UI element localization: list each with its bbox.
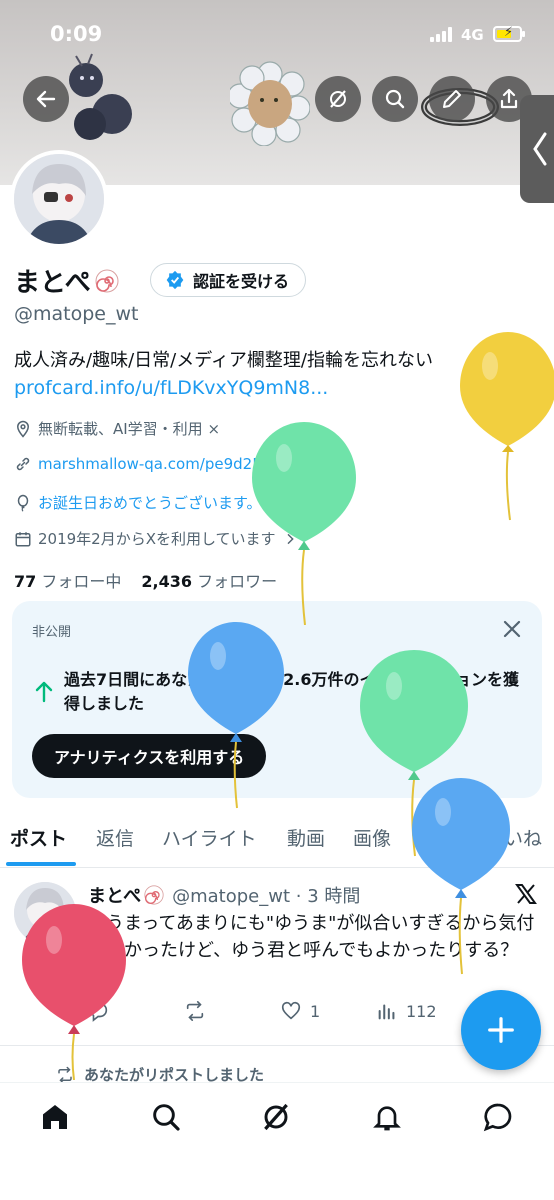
search-icon [385,89,405,109]
banner-sheep-art [230,61,310,146]
balloon-blue-right [412,778,510,975]
tab-videos[interactable]: 動画 [287,824,325,851]
compose-post-button[interactable] [461,990,541,1070]
profile-name: まとぺ [14,268,91,298]
views-bar-chart-icon [378,1004,395,1020]
chevron-left-icon [533,132,547,166]
get-verified-label: 認証を受ける [193,272,290,291]
link-icon [16,457,30,471]
home-icon[interactable] [39,1101,71,1133]
calendar-icon [15,531,31,546]
views-button[interactable]: 112 [376,1000,437,1022]
tab-highlights[interactable]: ハイライト [162,824,257,851]
arrow-left-icon [36,90,56,108]
side-panel-handle[interactable] [520,95,554,203]
grok-icon[interactable] [260,1101,292,1133]
arrow-up-icon [35,681,53,703]
post-header: まとぺ @matope_wt · 3 時間 [88,882,360,908]
balloon-green-top [252,422,356,625]
profile-handle: @matope_wt [14,303,139,325]
edit-button[interactable] [429,76,475,122]
profile-location: 無断転載、AI学習・利用 × [14,418,220,439]
signal-icon [430,26,456,42]
post-actions: 1 112 [88,1000,448,1026]
share-icon [500,88,518,109]
notifications-bell-icon[interactable] [371,1101,403,1133]
close-icon[interactable] [500,617,524,641]
like-count: 1 [310,1001,321,1021]
repost-icon [186,1001,204,1021]
follow-stats: 77 フォロー中 2,436 フォロワー [14,568,277,592]
get-verified-button[interactable]: 認証を受ける [150,263,307,297]
private-tag: 非公開 [32,625,72,640]
joined-text: 2019年2月からXを利用しています [38,530,276,548]
profile-avatar[interactable] [10,150,108,248]
search-button[interactable] [372,76,418,122]
active-tab-indicator [6,862,76,866]
location-text: 無断転載、AI学習・利用 × [38,420,221,438]
like-button[interactable]: 1 [280,1000,320,1022]
profile-birthday: お誕生日おめでとうございます。 [14,492,262,513]
messages-icon[interactable] [482,1101,514,1133]
balloon-icon [17,494,29,512]
balloon-yellow [460,332,554,521]
profile-bio: 成人済み/趣味/日常/メディア欄整理/指輪を忘れない [14,350,433,371]
post-meta: @matope_wt · 3 時間 [172,886,361,907]
tab-replies[interactable]: 返信 [96,824,134,851]
battery-icon: ⚡ [493,25,525,42]
x-logo-icon[interactable] [514,882,538,906]
birthday-text: お誕生日おめでとうございます。 [38,494,262,512]
grok-button[interactable] [315,76,361,122]
bottom-navigation [0,1082,554,1200]
spiral-emoji-icon [95,269,119,292]
view-count: 112 [406,1001,437,1021]
heart-icon [281,1001,301,1020]
status-time: 0:09 [50,22,103,46]
network-type: 4G [461,26,484,44]
grok-icon [330,90,346,108]
pencil-icon [443,90,461,108]
profile-name-row: まとぺ [14,262,119,299]
location-pin-icon [16,420,30,438]
status-bar: 0:09 4G ⚡ [0,0,554,70]
balloon-blue-left [188,622,284,809]
following-link[interactable]: 77 フォロー中 [14,568,121,592]
tab-posts[interactable]: ポスト [10,824,67,851]
plus-icon [488,1017,514,1043]
search-icon[interactable] [150,1101,182,1133]
profile-bio-link[interactable]: profcard.info/u/fLDKvxYQ9mN8... [14,377,328,399]
repost-button[interactable] [184,1000,206,1022]
verified-badge-icon [166,270,184,290]
spiral-emoji-icon [144,885,164,905]
back-button[interactable] [23,76,69,122]
balloon-red [22,904,126,1080]
